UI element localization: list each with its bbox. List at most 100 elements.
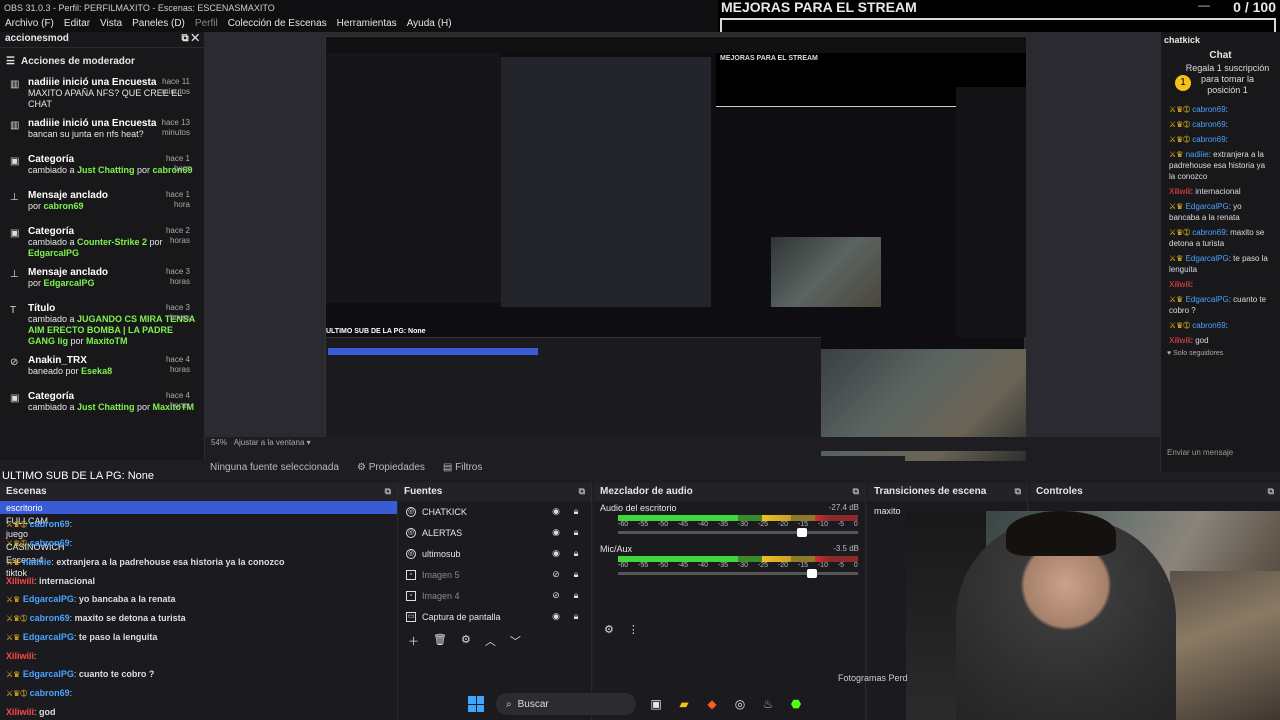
lock-icon[interactable]: 🔒︎: [569, 506, 583, 517]
task-view-icon[interactable]: ▣: [648, 696, 664, 712]
trash-icon[interactable]: 🗑︎: [433, 633, 447, 649]
tick: -45: [677, 521, 689, 528]
minimize-icon[interactable]: —: [1198, 0, 1210, 12]
lock-icon[interactable]: 🔒︎: [569, 527, 583, 538]
preview-canvas[interactable]: MEJORAS PARA EL STREAM ULTIMO SUB DE LA …: [205, 32, 1160, 461]
chevron-down-icon[interactable]: ﹀: [510, 633, 521, 649]
slider-knob[interactable]: [797, 528, 808, 537]
filters-button[interactable]: ▤ Filtros: [443, 462, 482, 473]
badge-icons: ⚔♛➀: [1169, 228, 1191, 237]
volume-slider[interactable]: [618, 569, 858, 578]
float-icon[interactable]: ⧉: [181, 33, 188, 44]
image-icon: ▫: [406, 569, 416, 580]
mod-user[interactable]: nadiiie: [28, 77, 60, 88]
mod-by[interactable]: Eseka8: [81, 366, 112, 376]
slider-knob[interactable]: [806, 569, 817, 578]
chat-user[interactable]: EdgarcalPG: [1186, 254, 1229, 263]
close-icon[interactable]: ✕: [191, 33, 199, 44]
chat-user[interactable]: EdgarcalPG: [1186, 202, 1229, 211]
chat-user[interactable]: Xiliwili: [1169, 187, 1191, 196]
eye-hidden-icon[interactable]: ⊘: [549, 590, 563, 601]
preview-status: 54% Ajustar a la ventana ▾: [205, 437, 1160, 451]
chat-input[interactable]: Enviar un mensaje: [1161, 444, 1280, 472]
source-item[interactable]: ◎ ALERTAS ◉ 🔒︎: [398, 522, 591, 543]
float-icon[interactable]: ⧉: [853, 486, 859, 498]
eye-icon[interactable]: ◉: [549, 527, 563, 538]
chat-user[interactable]: cabron69: [1192, 120, 1225, 129]
float-icon[interactable]: ⧉: [385, 486, 391, 498]
chevron-down-icon[interactable]: ▾: [307, 438, 311, 447]
brave-icon[interactable]: ◆: [704, 696, 720, 712]
menu-editar[interactable]: Editar: [64, 16, 90, 32]
volume-slider[interactable]: [618, 528, 858, 537]
chat-user[interactable]: cabron69: [1192, 321, 1225, 330]
float-icon[interactable]: ⧉: [1015, 486, 1021, 498]
source-item[interactable]: ◎ CHATKICK ◉ 🔒︎: [398, 501, 591, 522]
menu-paneles[interactable]: Paneles (D): [132, 16, 185, 32]
mod-user[interactable]: nadiiie: [28, 118, 60, 129]
tick: -10: [817, 521, 828, 528]
mod-highlight[interactable]: Counter-Strike 2: [77, 237, 147, 247]
chevron-up-icon[interactable]: ︿: [485, 633, 496, 649]
gear-icon[interactable]: ⚙: [461, 633, 471, 649]
menu-herramientas[interactable]: Herramientas: [337, 16, 397, 32]
chat-user: EdgarcalPG: [22, 632, 74, 642]
add-icon[interactable]: ＋: [408, 633, 419, 649]
folder-icon[interactable]: ▰: [676, 696, 692, 712]
source-item[interactable]: ◎ ultimosub ◉ 🔒︎: [398, 543, 591, 564]
fit-window[interactable]: Ajustar a la ventana: [234, 438, 305, 447]
eye-icon[interactable]: ◉: [549, 611, 563, 622]
float-icon[interactable]: ⧉: [1268, 486, 1274, 498]
chat-message: ⚔♛ nadiiie: extranjera a la padrehouse e…: [1169, 150, 1266, 181]
menu-coleccion-escenas[interactable]: Colección de Escenas: [228, 16, 327, 32]
chat-user[interactable]: cabron69: [1192, 105, 1225, 114]
mod-by[interactable]: EdgarcalPG: [28, 248, 79, 258]
chat-message: ⚔♛➀ cabron69:: [1169, 105, 1228, 114]
mixer-channel-mic: Mic/Aux -3.5 dB -60 -55 -50 -45 -40 -35 -30 -25-…: [594, 542, 865, 578]
source-item[interactable]: ▫ Imagen 5 ⊘ 🔒︎: [398, 564, 591, 585]
chat-user[interactable]: cabron69: [1192, 228, 1225, 237]
menu-perfil[interactable]: Perfil: [195, 16, 218, 32]
mod-by[interactable]: cabron69: [44, 201, 84, 211]
windows-start-icon[interactable]: [468, 696, 484, 712]
mod-by[interactable]: EdgarcalPG: [44, 278, 95, 288]
sub-promo[interactable]: 1 Regala 1 suscripción para tomar la posi…: [1161, 63, 1280, 102]
badge-icons: ⚔♛: [6, 595, 21, 604]
mod-highlight[interactable]: Just Chatting: [77, 402, 135, 412]
menu-vista[interactable]: Vista: [100, 16, 122, 32]
properties-button[interactable]: ⚙ Propiedades: [357, 462, 425, 473]
sub-promo-text: Regala 1 suscripción para tomar la posic…: [1185, 63, 1270, 95]
mod-title: Mensaje anclado: [28, 190, 109, 201]
mod-title[interactable]: Anakin_TRX: [28, 355, 87, 366]
mixer-settings-icon[interactable]: ⚙: [604, 623, 614, 636]
source-item[interactable]: ▭ Captura de pantalla ◉ 🔒︎: [398, 606, 591, 627]
float-icon[interactable]: ⧉: [579, 486, 585, 498]
chat-user[interactable]: Xiliwili: [1169, 280, 1191, 289]
chat-user[interactable]: cabron69: [1192, 135, 1225, 144]
eye-icon[interactable]: ◉: [549, 548, 563, 559]
chat-user[interactable]: EdgarcalPG: [1186, 295, 1229, 304]
menu-ayuda[interactable]: Ayuda (H): [407, 16, 452, 32]
badge-icons: ⚔♛➀: [6, 614, 28, 623]
obs-icon[interactable]: ◎: [732, 696, 748, 712]
chat-user[interactable]: Xiliwili: [1169, 336, 1191, 345]
lock-icon[interactable]: 🔒︎: [569, 548, 583, 559]
eye-hidden-icon[interactable]: ⊘: [549, 569, 563, 580]
steam-icon[interactable]: ♨: [760, 696, 776, 712]
mod-highlight[interactable]: Just Chatting: [77, 165, 135, 175]
lock-icon[interactable]: 🔒︎: [569, 569, 583, 580]
source-item[interactable]: ▫ Imagen 4 ⊘ 🔒︎: [398, 585, 591, 606]
tick: -40: [697, 521, 709, 528]
lock-icon[interactable]: 🔒︎: [569, 590, 583, 601]
eye-icon[interactable]: ◉: [549, 506, 563, 517]
more-options-icon[interactable]: ⋮: [628, 623, 639, 636]
chat-dock-header: chatkick: [1161, 32, 1280, 46]
category-icon: ▣: [10, 228, 20, 239]
menu-archivo[interactable]: Archivo (F): [5, 16, 54, 32]
chat-text: maxito se detona a turista: [74, 613, 186, 623]
chat-user[interactable]: nadiiie: [1186, 150, 1209, 159]
kick-icon[interactable]: ⬣: [788, 696, 804, 712]
mod-by[interactable]: MaxitoTM: [86, 336, 128, 346]
taskbar-search[interactable]: ⌕ Buscar: [496, 693, 636, 715]
lock-icon[interactable]: 🔒︎: [569, 611, 583, 622]
